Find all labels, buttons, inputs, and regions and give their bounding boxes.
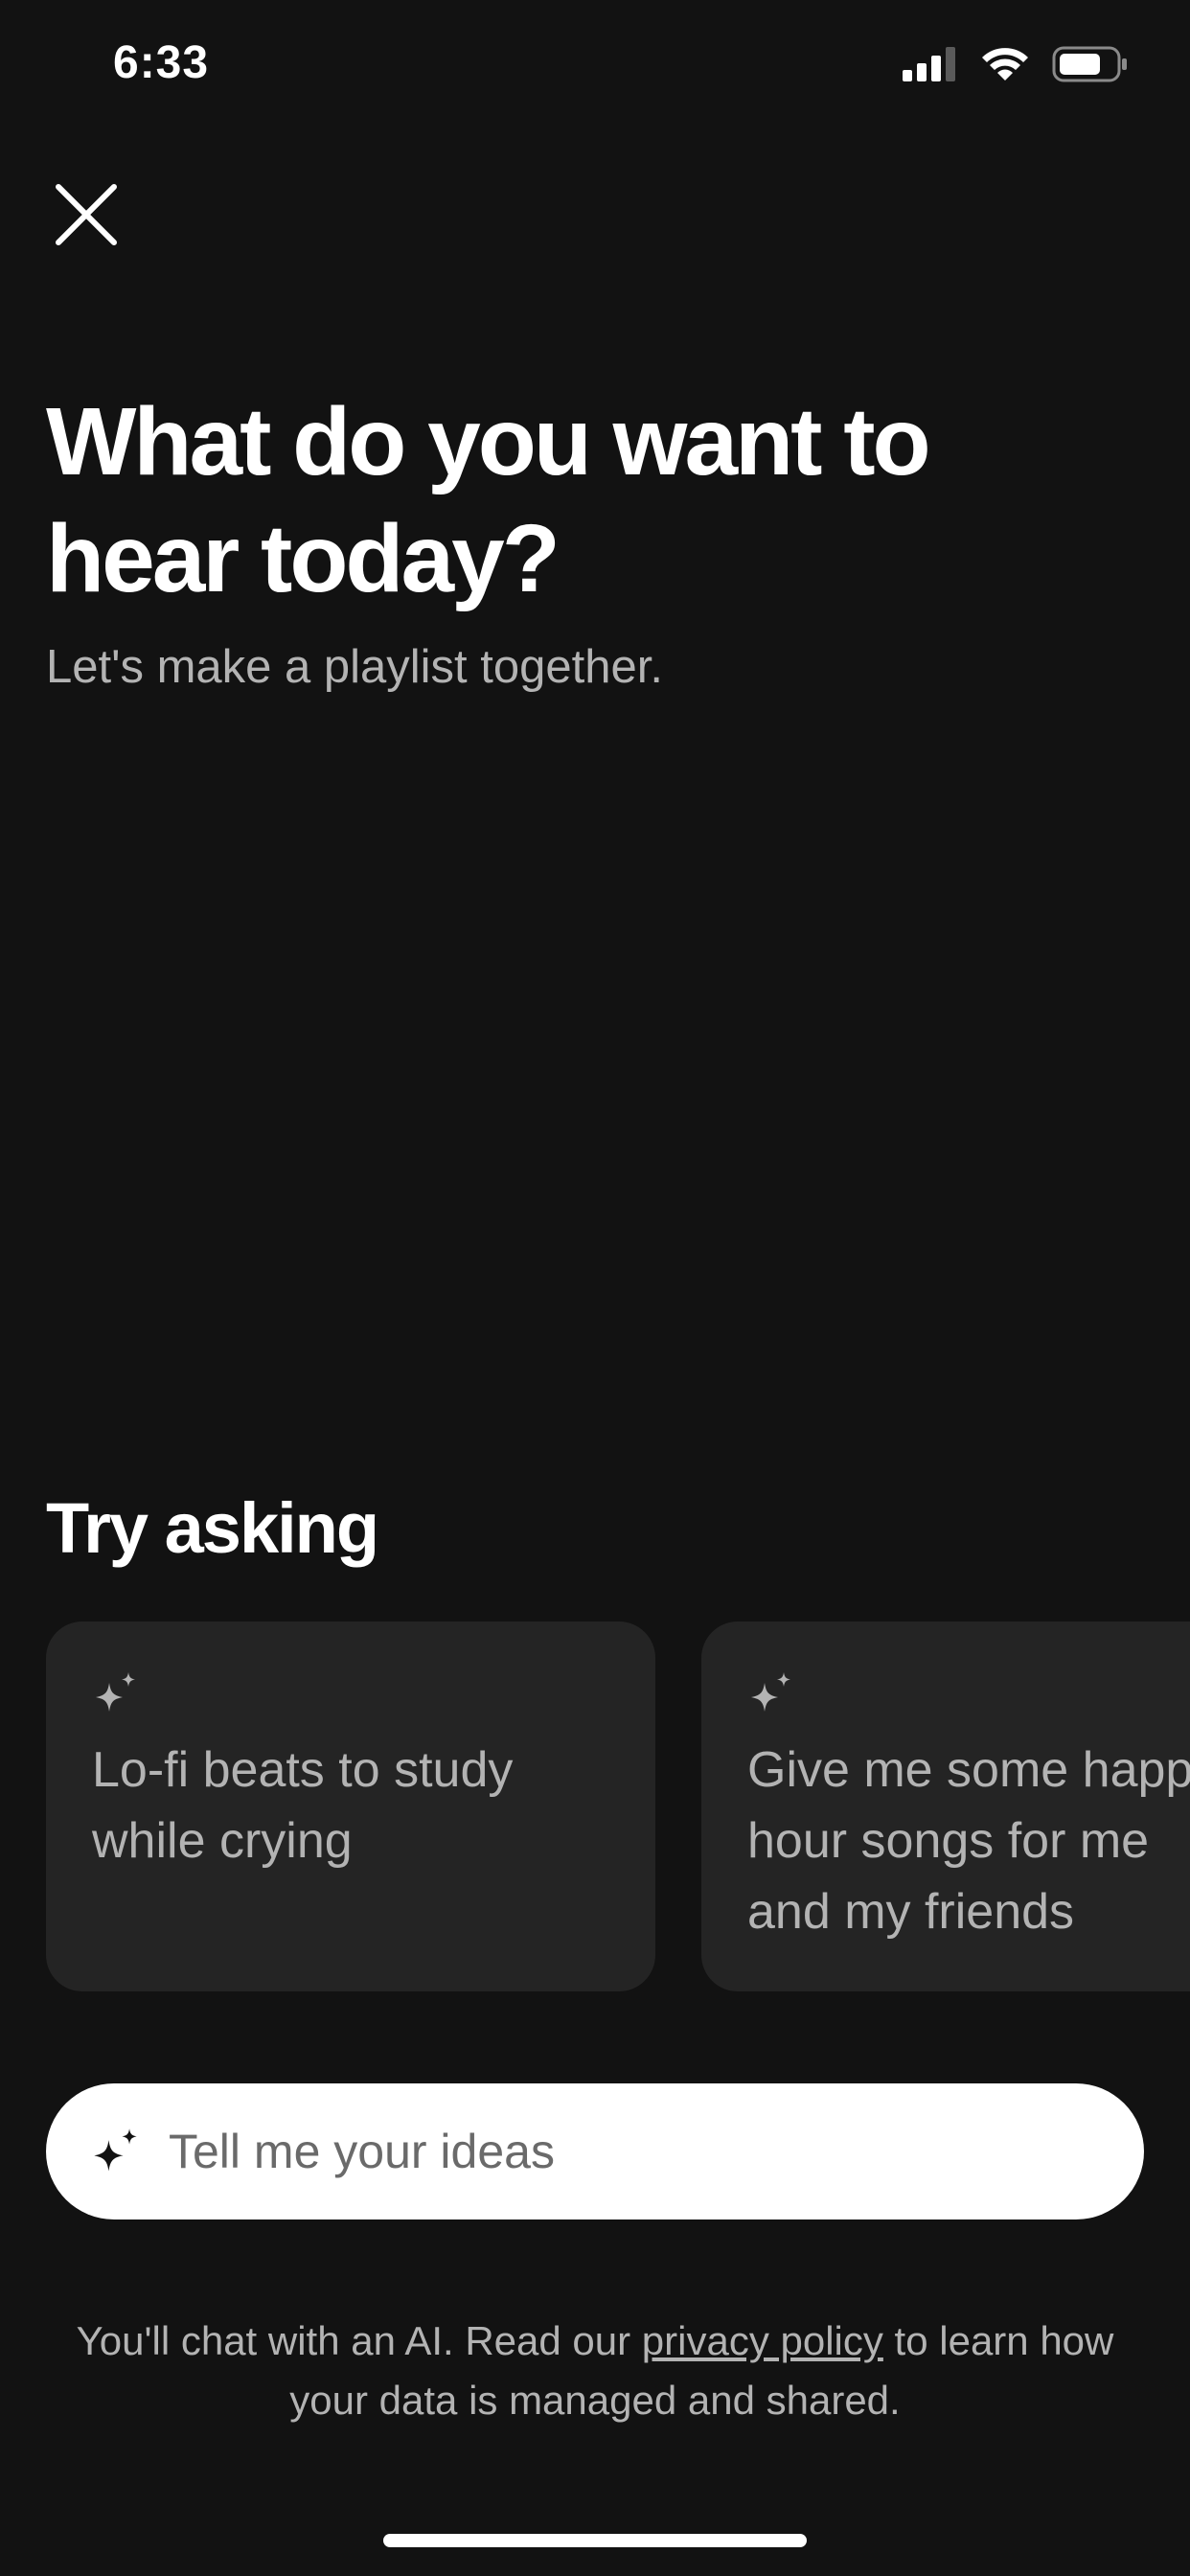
status-bar: 6:33 (0, 0, 1190, 126)
privacy-policy-link[interactable]: privacy policy (642, 2318, 883, 2363)
suggestion-card[interactable]: Lo-fi beats to study while crying (46, 1622, 655, 1991)
close-button[interactable] (52, 180, 121, 249)
home-indicator (383, 2534, 807, 2547)
page-subtitle: Let's make a playlist together. (46, 641, 663, 693)
page-title: What do you want to hear today? (46, 388, 931, 612)
sparkle-icon (94, 2128, 137, 2172)
suggestion-text: Give me some happy hour songs for me and… (747, 1742, 1190, 1940)
battery-icon (1052, 46, 1127, 82)
suggestion-card[interactable]: Give me some happy hour songs for me and… (701, 1622, 1190, 1991)
prompt-input-container[interactable] (46, 2083, 1144, 2220)
sparkle-icon (751, 1672, 790, 1712)
status-icons (903, 46, 1129, 82)
ai-disclaimer: You'll chat with an AI. Read our privacy… (57, 2312, 1133, 2430)
sparkle-icon (96, 1672, 135, 1712)
cellular-signal-icon (903, 47, 955, 81)
suggestion-carousel[interactable]: Lo-fi beats to study while crying Give m… (46, 1622, 1190, 1991)
wifi-icon (982, 48, 1028, 80)
prompt-input[interactable] (167, 2123, 1144, 2180)
suggestions-heading: Try asking (46, 1488, 379, 1568)
suggestion-text: Lo-fi beats to study while crying (92, 1742, 514, 1869)
status-time: 6:33 (113, 37, 210, 88)
close-icon (56, 184, 117, 245)
disclaimer-text-start: You'll chat with an AI. Read our (76, 2318, 642, 2363)
